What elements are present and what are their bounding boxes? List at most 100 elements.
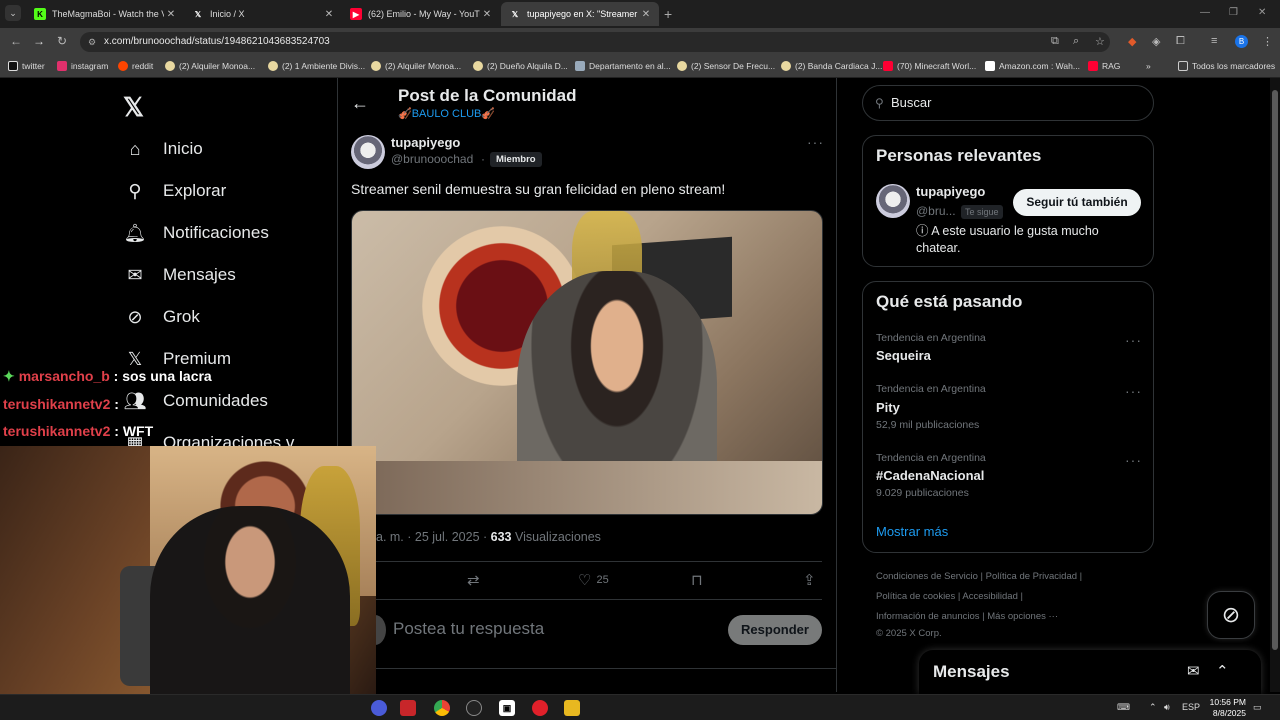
- author-name[interactable]: tupapiyego: [391, 135, 460, 150]
- trend-more-icon[interactable]: ···: [1125, 452, 1142, 468]
- chat-username: marsancho_b: [18, 368, 110, 384]
- volume-icon[interactable]: 🔊︎: [1164, 702, 1170, 713]
- nav-item-comunidades[interactable]: 👥︎ Comunidades: [124, 391, 268, 411]
- extension-icon[interactable]: ◈: [1152, 35, 1160, 48]
- file-explorer-icon[interactable]: [564, 700, 580, 716]
- url-field[interactable]: ⚙ x.com/brunooochad/status/1948621043683…: [80, 32, 1110, 52]
- site-info-icon[interactable]: ⚙: [88, 32, 96, 52]
- more-options-icon[interactable]: ···: [807, 134, 824, 150]
- all-bookmarks-folder[interactable]: Todos los marcadores: [1178, 61, 1275, 71]
- profile-avatar[interactable]: B: [1235, 35, 1248, 48]
- more-bookmarks-icon[interactable]: »: [1146, 61, 1151, 71]
- bookmark-reddit[interactable]: reddit: [118, 61, 153, 71]
- tab-search-button[interactable]: ⌄: [5, 5, 21, 21]
- language-indicator[interactable]: ESP: [1182, 702, 1200, 712]
- notifications-icon[interactable]: ▭: [1253, 702, 1262, 713]
- footer-links[interactable]: Política de cookies | Accesibilidad |: [876, 591, 1023, 602]
- bookmark-item[interactable]: (2) Dueño Alquila D...: [473, 61, 568, 71]
- reply-button[interactable]: Responder: [728, 615, 822, 645]
- bookmark-star-icon[interactable]: ☆: [1095, 35, 1105, 48]
- reload-icon[interactable]: ↻: [57, 34, 67, 48]
- obs-icon[interactable]: [466, 700, 482, 716]
- bookmark-item[interactable]: (2) Sensor De Frecu...: [677, 61, 775, 71]
- forward-icon[interactable]: →: [33, 34, 45, 48]
- clock[interactable]: 10:56 PM 8/8/2025: [1200, 697, 1246, 719]
- repost-button[interactable]: ⇄: [467, 571, 480, 589]
- new-message-icon[interactable]: ✉: [1187, 662, 1200, 680]
- install-app-icon[interactable]: ⧉: [1051, 35, 1059, 48]
- bookmark-item[interactable]: (2) Alquiler Monoa...: [371, 61, 461, 71]
- show-more-link[interactable]: Mostrar más: [876, 524, 948, 539]
- browser-tab-1[interactable]: K TheMagmaBoi - Watch the VOD ✕: [26, 2, 184, 26]
- trend-item[interactable]: Sequeira: [876, 348, 931, 363]
- scrollbar-thumb[interactable]: [1272, 90, 1278, 650]
- nav-item-notificaciones[interactable]: 🔔︎ Notificaciones: [124, 223, 269, 243]
- bookmark-item[interactable]: Amazon.com : Wah...: [985, 61, 1080, 71]
- bookmark-item[interactable]: (2) 1 Ambiente Divis...: [268, 61, 365, 71]
- zoom-icon[interactable]: ⌕: [1073, 35, 1079, 48]
- nav-item-inicio[interactable]: ⌂ Inicio: [125, 139, 203, 159]
- discord-icon[interactable]: [371, 700, 387, 716]
- trend-more-icon[interactable]: ···: [1125, 332, 1142, 348]
- bookmark-item[interactable]: Departamento en al...: [575, 61, 671, 71]
- close-tab-icon[interactable]: ✕: [639, 9, 653, 20]
- nav-item-grok[interactable]: ⊘ Grok: [125, 307, 199, 327]
- x-logo[interactable]: 𝕏: [123, 92, 144, 123]
- restore-button[interactable]: ❐: [1229, 7, 1238, 18]
- relevant-handle[interactable]: @bru...: [916, 204, 956, 218]
- close-window-button[interactable]: ✕: [1258, 7, 1266, 18]
- nav-item-mensajes[interactable]: ✉ Mensajes: [125, 265, 235, 285]
- media-controls-icon[interactable]: ≡: [1211, 35, 1217, 47]
- messages-drawer[interactable]: Mensajes ✉ ⌃: [919, 650, 1261, 694]
- new-tab-button[interactable]: +: [664, 6, 672, 22]
- share-button[interactable]: ⇪: [803, 571, 816, 589]
- app-icon[interactable]: ▣: [499, 700, 515, 716]
- chrome-icon[interactable]: [434, 700, 450, 716]
- like-button[interactable]: ♡ 25: [578, 571, 609, 589]
- bookmark-item[interactable]: (2) Alquiler Monoa...: [165, 61, 255, 71]
- close-tab-icon[interactable]: ✕: [322, 9, 336, 20]
- keyboard-icon[interactable]: ⌨: [1117, 702, 1130, 713]
- follow-back-button[interactable]: Seguir tú también: [1013, 189, 1141, 216]
- browser-tab-2[interactable]: 𝕏 Inicio / X ✕: [184, 2, 342, 26]
- app-icon[interactable]: [400, 700, 416, 716]
- bookmark-twitter[interactable]: twitter: [8, 61, 45, 71]
- opera-icon[interactable]: [532, 700, 548, 716]
- back-icon[interactable]: ←: [10, 34, 22, 48]
- relevant-avatar[interactable]: [876, 184, 910, 218]
- browser-tab-4-active[interactable]: 𝕏 tupapiyego en X: "Streamer senil ✕: [501, 2, 659, 26]
- nav-item-premium[interactable]: 𝕏 Premium: [125, 349, 231, 369]
- trend-item[interactable]: Pity: [876, 400, 900, 415]
- footer-links[interactable]: Información de anuncios | Más opciones ·…: [876, 611, 1058, 622]
- page-scrollbar[interactable]: [1270, 78, 1280, 692]
- minimize-button[interactable]: —: [1200, 7, 1210, 18]
- close-tab-icon[interactable]: ✕: [164, 9, 178, 20]
- relevant-name[interactable]: tupapiyego: [916, 184, 985, 199]
- author-handle[interactable]: @brunooochad: [391, 152, 473, 166]
- post-timestamp[interactable]: a. m. · 25 jul. 2025 ·: [376, 530, 487, 544]
- author-avatar[interactable]: [351, 135, 385, 169]
- grok-floating-button[interactable]: ⊘: [1207, 591, 1255, 639]
- community-link[interactable]: 🎻BAULO CLUB🎻: [398, 107, 495, 120]
- trend-item[interactable]: #CadenaNacional: [876, 468, 984, 483]
- bookmark-item[interactable]: (70) Minecraft Worl...: [883, 61, 976, 71]
- expand-chevron-icon[interactable]: ⌃: [1216, 662, 1229, 680]
- bookmark-item[interactable]: RAG: [1088, 61, 1120, 71]
- bookmark-item[interactable]: (2) Banda Cardiaca J...: [781, 61, 882, 71]
- heart-icon: ♡: [578, 572, 592, 589]
- reply-input[interactable]: Postea tu respuesta: [393, 619, 544, 639]
- browser-tab-3[interactable]: ▶ (62) Emilio - My Way - YouTube ✕: [342, 2, 500, 26]
- extension-icon[interactable]: ◆: [1128, 35, 1136, 48]
- search-input[interactable]: ⚲ Buscar: [862, 85, 1154, 121]
- back-arrow-icon[interactable]: ←: [351, 93, 369, 114]
- footer-links[interactable]: Condiciones de Servicio | Política de Pr…: [876, 571, 1082, 582]
- bookmark-instagram[interactable]: instagram: [57, 61, 108, 71]
- close-tab-icon[interactable]: ✕: [480, 9, 494, 20]
- extensions-puzzle-icon[interactable]: ⧠: [1176, 35, 1185, 48]
- bookmark-button[interactable]: ⊓: [691, 571, 703, 589]
- menu-icon[interactable]: ⋮: [1262, 35, 1273, 48]
- trend-more-icon[interactable]: ···: [1125, 383, 1142, 399]
- tray-chevron-icon[interactable]: ⌃: [1149, 702, 1157, 713]
- nav-item-explorar[interactable]: ⚲ Explorar: [125, 181, 226, 201]
- post-image[interactable]: [351, 210, 823, 515]
